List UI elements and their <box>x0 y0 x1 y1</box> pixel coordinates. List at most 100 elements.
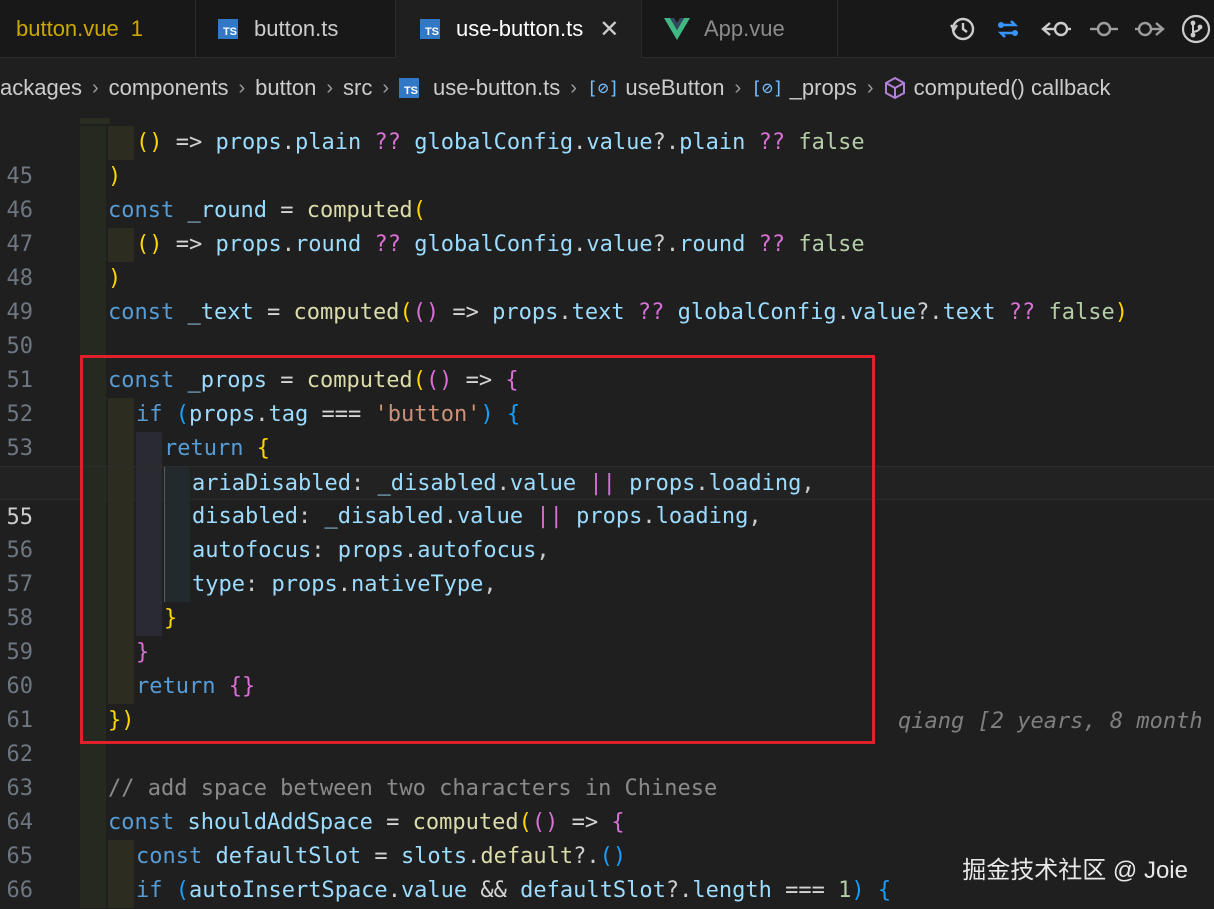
code-line[interactable]: 60 } <box>0 636 1214 699</box>
code-line[interactable]: 56 disabled: _disabled.value || props.lo… <box>0 500 1214 563</box>
close-icon[interactable]: ✕ <box>599 15 619 44</box>
code-line[interactable]: 54 return { <box>0 432 1214 495</box>
indent-guide <box>80 874 106 908</box>
code-line[interactable]: 64 // add space between two characters i… <box>0 772 1214 835</box>
indent-guide <box>80 636 106 670</box>
breadcrumb-item-usebutton[interactable]: [⊘] useButton <box>587 75 725 101</box>
chevron-right-icon: › <box>238 76 246 99</box>
code-line[interactable]: 59 } <box>0 602 1214 665</box>
breadcrumb-item-props[interactable]: [⊘] _props <box>751 75 857 101</box>
indent-guide <box>108 432 134 466</box>
indent-guide <box>80 772 106 806</box>
indent-guide <box>80 126 106 160</box>
code-text: if (autoInsertSpace.value && defaultSlot… <box>136 878 892 903</box>
indent-guide <box>80 330 106 364</box>
breadcrumb: ackages › components › button › src › TS… <box>0 58 1214 118</box>
tab-use-button-ts[interactable]: TS use-button.ts ✕ <box>396 0 642 58</box>
code-comment: // add space between two characters in C… <box>108 776 718 801</box>
go-back-commit-icon[interactable] <box>1040 10 1072 48</box>
code-line[interactable]: 45 () => props.plain ?? globalConfig.val… <box>0 126 1214 189</box>
git-branch-icon[interactable] <box>1180 10 1212 48</box>
indent-guide <box>164 568 190 602</box>
indent-guide <box>108 670 134 704</box>
code-text: const _props = computed(() => { <box>108 368 519 393</box>
code-line[interactable]: 63 <box>0 738 1214 801</box>
history-icon[interactable] <box>946 10 978 48</box>
code-line[interactable]: 47 const _round = computed( <box>0 194 1214 257</box>
indent-guide <box>108 467 134 501</box>
indent-guide <box>80 602 106 636</box>
tab-app-vue[interactable]: App.vue <box>642 0 838 58</box>
chevron-right-icon: › <box>570 76 577 99</box>
code-text: if (props.tag === 'button') { <box>136 402 521 427</box>
chevron-right-icon: › <box>734 76 742 99</box>
breadcrumb-item-packages[interactable]: ackages <box>0 75 82 101</box>
indent-guide <box>80 296 106 330</box>
breadcrumb-label: _props <box>789 75 857 100</box>
tab-label: use-button.ts <box>456 16 584 41</box>
indent-guide <box>80 118 110 124</box>
breadcrumb-label: components <box>108 75 229 100</box>
indent-guide <box>108 398 134 432</box>
go-forward-commit-icon[interactable] <box>1134 10 1166 48</box>
code-text: return { <box>164 436 270 461</box>
indent-guide <box>80 840 106 874</box>
indent-guide <box>80 806 106 840</box>
ts-file-icon: TS <box>399 78 419 98</box>
indent-guide <box>80 467 106 501</box>
tab-button-vue[interactable]: button.vue 1 <box>0 0 196 58</box>
code-line[interactable]: 65 const shouldAddSpace = computed(() =>… <box>0 806 1214 869</box>
code-line[interactable]: 61 return {} <box>0 670 1214 733</box>
code-text: autofocus: props.autofocus, <box>192 538 550 563</box>
code-line[interactable]: 49 ) <box>0 262 1214 325</box>
code-text: () => props.round ?? globalConfig.value?… <box>136 232 865 257</box>
chevron-right-icon: › <box>382 76 389 99</box>
code-line[interactable]: 57 autofocus: props.autofocus, <box>0 534 1214 597</box>
ts-file-icon: TS <box>420 19 440 39</box>
code-text: const _round = computed( <box>108 198 426 223</box>
indent-guide <box>108 534 134 568</box>
tab-label: App.vue <box>704 16 785 41</box>
code-line-current[interactable]: 55 ariaDisabled: _disabled.value || prop… <box>0 466 1214 734</box>
code-line[interactable]: 53 if (props.tag === 'button') { <box>0 398 1214 461</box>
tab-label: button.ts <box>254 16 339 41</box>
indent-guide <box>164 467 190 501</box>
breadcrumb-item-src[interactable]: src <box>343 75 372 101</box>
indent-guide <box>136 534 162 568</box>
indent-guide <box>108 840 134 874</box>
code-text: return {} <box>136 674 256 699</box>
code-line[interactable]: 46 ) <box>0 160 1214 223</box>
source-control-sync-icon[interactable] <box>992 10 1024 48</box>
code-text: const _text = computed(() => props.text … <box>108 300 1129 325</box>
code-text: const defaultSlot = slots.default?.() <box>136 844 627 869</box>
code-text: ) <box>108 266 122 291</box>
breadcrumb-label: use-button.ts <box>433 75 561 100</box>
indent-guide <box>80 534 106 568</box>
code-line[interactable]: 62 }) <box>0 704 1214 767</box>
breadcrumb-label: computed() callback <box>913 75 1111 100</box>
indent-guide <box>136 467 162 501</box>
code-editor[interactable]: 45 () => props.plain ?? globalConfig.val… <box>0 118 1214 909</box>
code-text: } <box>136 640 150 665</box>
code-line[interactable]: 58 type: props.nativeType, <box>0 568 1214 631</box>
breadcrumb-label: useButton <box>625 75 725 100</box>
indent-guide <box>80 500 106 534</box>
code-line[interactable]: 51 <box>0 330 1214 393</box>
watermark: 掘金技术社区 @ Joie <box>962 857 1188 884</box>
commit-icon[interactable] <box>1088 10 1120 48</box>
indent-guide <box>136 602 162 636</box>
breadcrumb-item-file[interactable]: TS use-button.ts <box>399 75 560 101</box>
code-line[interactable]: 52 const _props = computed(() => { <box>0 364 1214 427</box>
indent-guide <box>108 126 134 160</box>
breadcrumb-item-callback[interactable]: computed() callback <box>884 75 1111 101</box>
indent-guide <box>136 500 162 534</box>
code-line[interactable]: 50 const _text = computed(() => props.te… <box>0 296 1214 359</box>
breadcrumb-item-components[interactable]: components <box>109 75 229 101</box>
code-text: const shouldAddSpace = computed(() => { <box>108 810 625 835</box>
indent-guide <box>108 602 134 636</box>
code-line[interactable]: 48 () => props.round ?? globalConfig.val… <box>0 228 1214 291</box>
breadcrumb-item-button[interactable]: button <box>255 75 316 101</box>
tab-label: button.vue <box>16 16 119 41</box>
tab-button-ts[interactable]: TS button.ts <box>196 0 396 58</box>
code-text: () => props.plain ?? globalConfig.value?… <box>136 130 865 155</box>
